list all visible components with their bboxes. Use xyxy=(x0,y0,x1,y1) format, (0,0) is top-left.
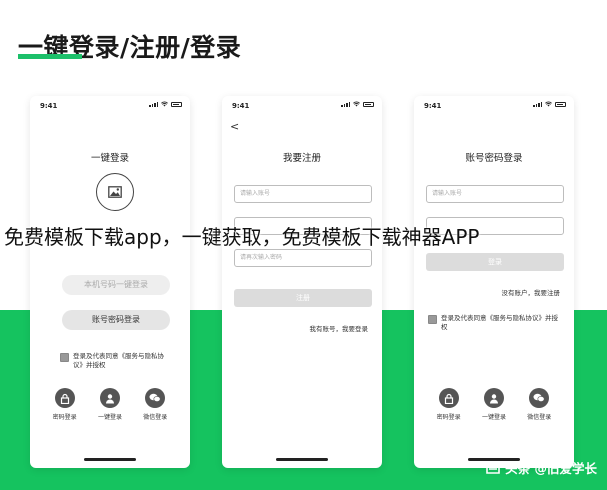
signal-icon xyxy=(533,102,542,107)
signal-icon xyxy=(149,102,158,107)
one-click-login-option[interactable]: 一键登录 xyxy=(474,388,514,421)
option-label: 密码登录 xyxy=(52,414,77,421)
password-login-option[interactable]: 密码登录 xyxy=(429,388,469,421)
option-label: 一键登录 xyxy=(481,414,506,421)
wifi-icon xyxy=(545,101,552,107)
register-button[interactable]: 注册 xyxy=(234,289,372,307)
login-link[interactable]: 我有账号，我要登录 xyxy=(310,323,369,333)
login-options: 密码登录 一键登录 微信登录 xyxy=(414,388,574,421)
battery-icon xyxy=(171,102,182,107)
status-bar: 9:41 xyxy=(30,96,190,114)
lock-icon xyxy=(54,388,75,408)
wechat-login-option[interactable]: 微信登录 xyxy=(135,388,175,421)
register-link[interactable]: 没有账户，我要注册 xyxy=(502,287,561,297)
image-icon xyxy=(108,186,122,198)
status-bar: 9:41 xyxy=(414,96,574,114)
confirm-password-input[interactable]: 请再次输入密码 xyxy=(234,249,372,267)
login-options: 密码登录 一键登录 微信登录 xyxy=(30,388,190,421)
one-click-login-option[interactable]: 一键登录 xyxy=(90,388,130,421)
toutiao-logo-icon xyxy=(486,461,500,474)
one-click-login-button[interactable]: 本机号码一键登录 xyxy=(62,275,170,295)
option-label: 一键登录 xyxy=(97,414,122,421)
screen-title: 我要注册 xyxy=(282,153,321,164)
status-time: 9:41 xyxy=(40,102,58,110)
agreement-row: 登录及代表同意《服务与隐私协议》并授权 xyxy=(428,314,558,332)
phone-register: 9:41 < 我要注册 请输入账号 请再次输入密码 注册 我有账号，我要登录 xyxy=(222,96,382,468)
lock-icon xyxy=(438,388,459,408)
watermark-text: 头条 @旧爱学长 xyxy=(505,461,597,476)
account-input[interactable]: 请输入账号 xyxy=(426,185,564,203)
agreement-text: 登录及代表同意《服务与隐私协议》并授权 xyxy=(441,314,558,331)
signal-icon xyxy=(341,102,350,107)
agreement-checkbox[interactable] xyxy=(60,353,69,362)
wechat-icon xyxy=(529,388,550,408)
footer-watermark: 头条 @旧爱学长 xyxy=(485,458,597,477)
user-icon xyxy=(483,388,504,408)
page: 一键登录/注册/登录 9:41 一键登录 本机号码一键登录 账号密码登录 登录及… xyxy=(0,0,607,490)
screen-title: 账号密码登录 xyxy=(465,153,523,164)
account-input[interactable]: 请输入账号 xyxy=(234,185,372,203)
option-label: 微信登录 xyxy=(527,414,552,421)
status-time: 9:41 xyxy=(232,102,250,110)
battery-icon xyxy=(363,102,374,107)
option-label: 密码登录 xyxy=(436,414,461,421)
home-indicator xyxy=(276,458,328,461)
battery-icon xyxy=(555,102,566,107)
wechat-login-option[interactable]: 微信登录 xyxy=(519,388,559,421)
home-indicator xyxy=(84,458,136,461)
agreement-text: 登录及代表同意《服务与隐私协议》并授权 xyxy=(73,352,164,369)
agreement-checkbox[interactable] xyxy=(428,315,437,324)
wechat-icon xyxy=(145,388,166,408)
password-login-option[interactable]: 密码登录 xyxy=(45,388,85,421)
title-underline xyxy=(18,54,82,59)
back-arrow-icon[interactable]: < xyxy=(230,120,239,133)
wifi-icon xyxy=(161,101,168,107)
agreement-row: 登录及代表同意《服务与隐私协议》并授权 xyxy=(60,352,172,370)
phone-one-click-login: 9:41 一键登录 本机号码一键登录 账号密码登录 登录及代表同意《服务与隐私协… xyxy=(30,96,190,468)
overlay-caption: 免费模板下载app，一键获取，免费模板下载神器APP xyxy=(4,225,480,249)
wifi-icon xyxy=(353,101,360,107)
screen-title: 一键登录 xyxy=(90,153,129,164)
avatar xyxy=(96,173,134,211)
account-password-login-button[interactable]: 账号密码登录 xyxy=(62,310,170,330)
login-button[interactable]: 登录 xyxy=(426,253,564,271)
phone-account-login: 9:41 账号密码登录 请输入账号 登录 没有账户，我要注册 登录及代表同意《服… xyxy=(414,96,574,468)
status-bar: 9:41 xyxy=(222,96,382,114)
option-label: 微信登录 xyxy=(143,414,168,421)
status-time: 9:41 xyxy=(424,102,442,110)
user-icon xyxy=(99,388,120,408)
